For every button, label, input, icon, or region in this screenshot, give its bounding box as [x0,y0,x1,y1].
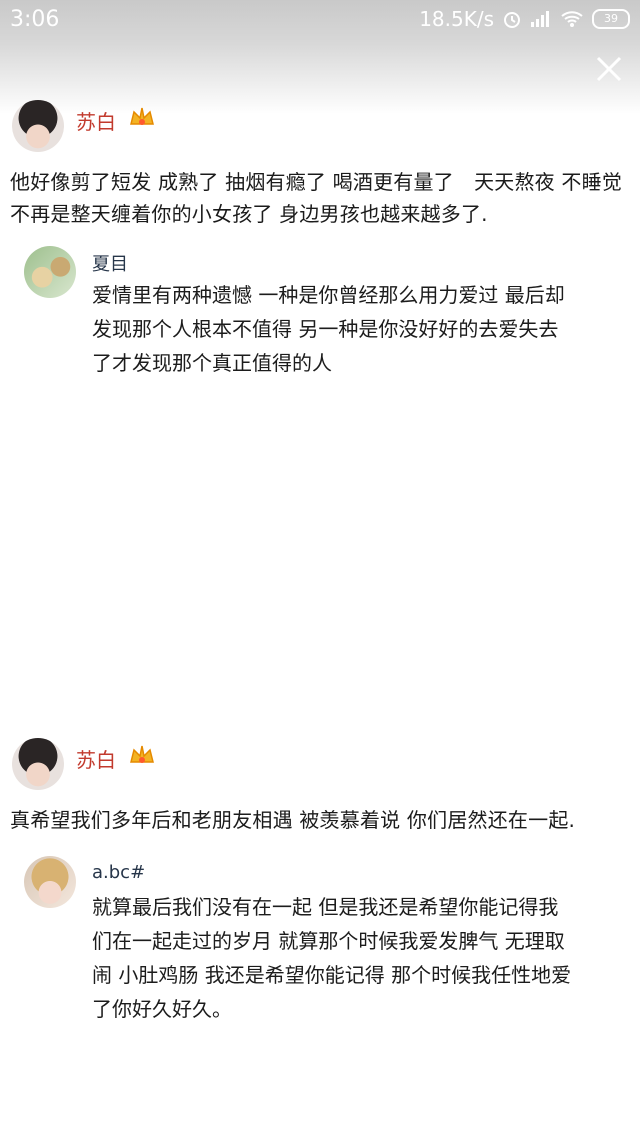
author-avatar[interactable] [12,738,64,790]
battery-level: 39 [604,12,618,25]
reply-avatar[interactable] [24,856,76,908]
author-name[interactable]: 苏白 [76,744,116,773]
signal-icon [530,10,552,28]
reply-name[interactable]: a.bc# [92,862,145,883]
top-fade [0,44,640,114]
network-speed: 18.5K/s [419,7,494,31]
author-avatar[interactable] [12,100,64,152]
status-right: 18.5K/s 39 [419,7,630,31]
reply-name[interactable]: 夏目 [92,250,128,276]
crown-badge-icon [128,104,156,132]
status-bar: 3:06 18.5K/s 39 [0,0,640,44]
reply-avatar[interactable] [24,246,76,298]
author-name[interactable]: 苏白 [76,106,116,135]
alarm-icon [502,9,522,29]
post-content: 真希望我们多年后和老朋友相遇 被羡慕着说 你们居然还在一起. [10,808,576,832]
crown-badge-icon [128,742,156,770]
reply-content: 就算最后我们没有在一起 但是我还是希望你能记得我们在一起走过的岁月 就算那个时候… [92,895,572,1021]
status-time: 3:06 [10,7,60,32]
post-content: 他好像剪了短发 成熟了 抽烟有瘾了 喝酒更有量了 天天熬夜 不睡觉 不再是整天缠… [10,170,623,226]
close-icon[interactable] [596,56,622,82]
wifi-icon [560,10,584,28]
reply-content: 爱情里有两种遗憾 一种是你曾经那么用力爱过 最后却发现那个人根本不值得 另一种是… [92,283,565,375]
battery-icon: 39 [592,9,630,29]
